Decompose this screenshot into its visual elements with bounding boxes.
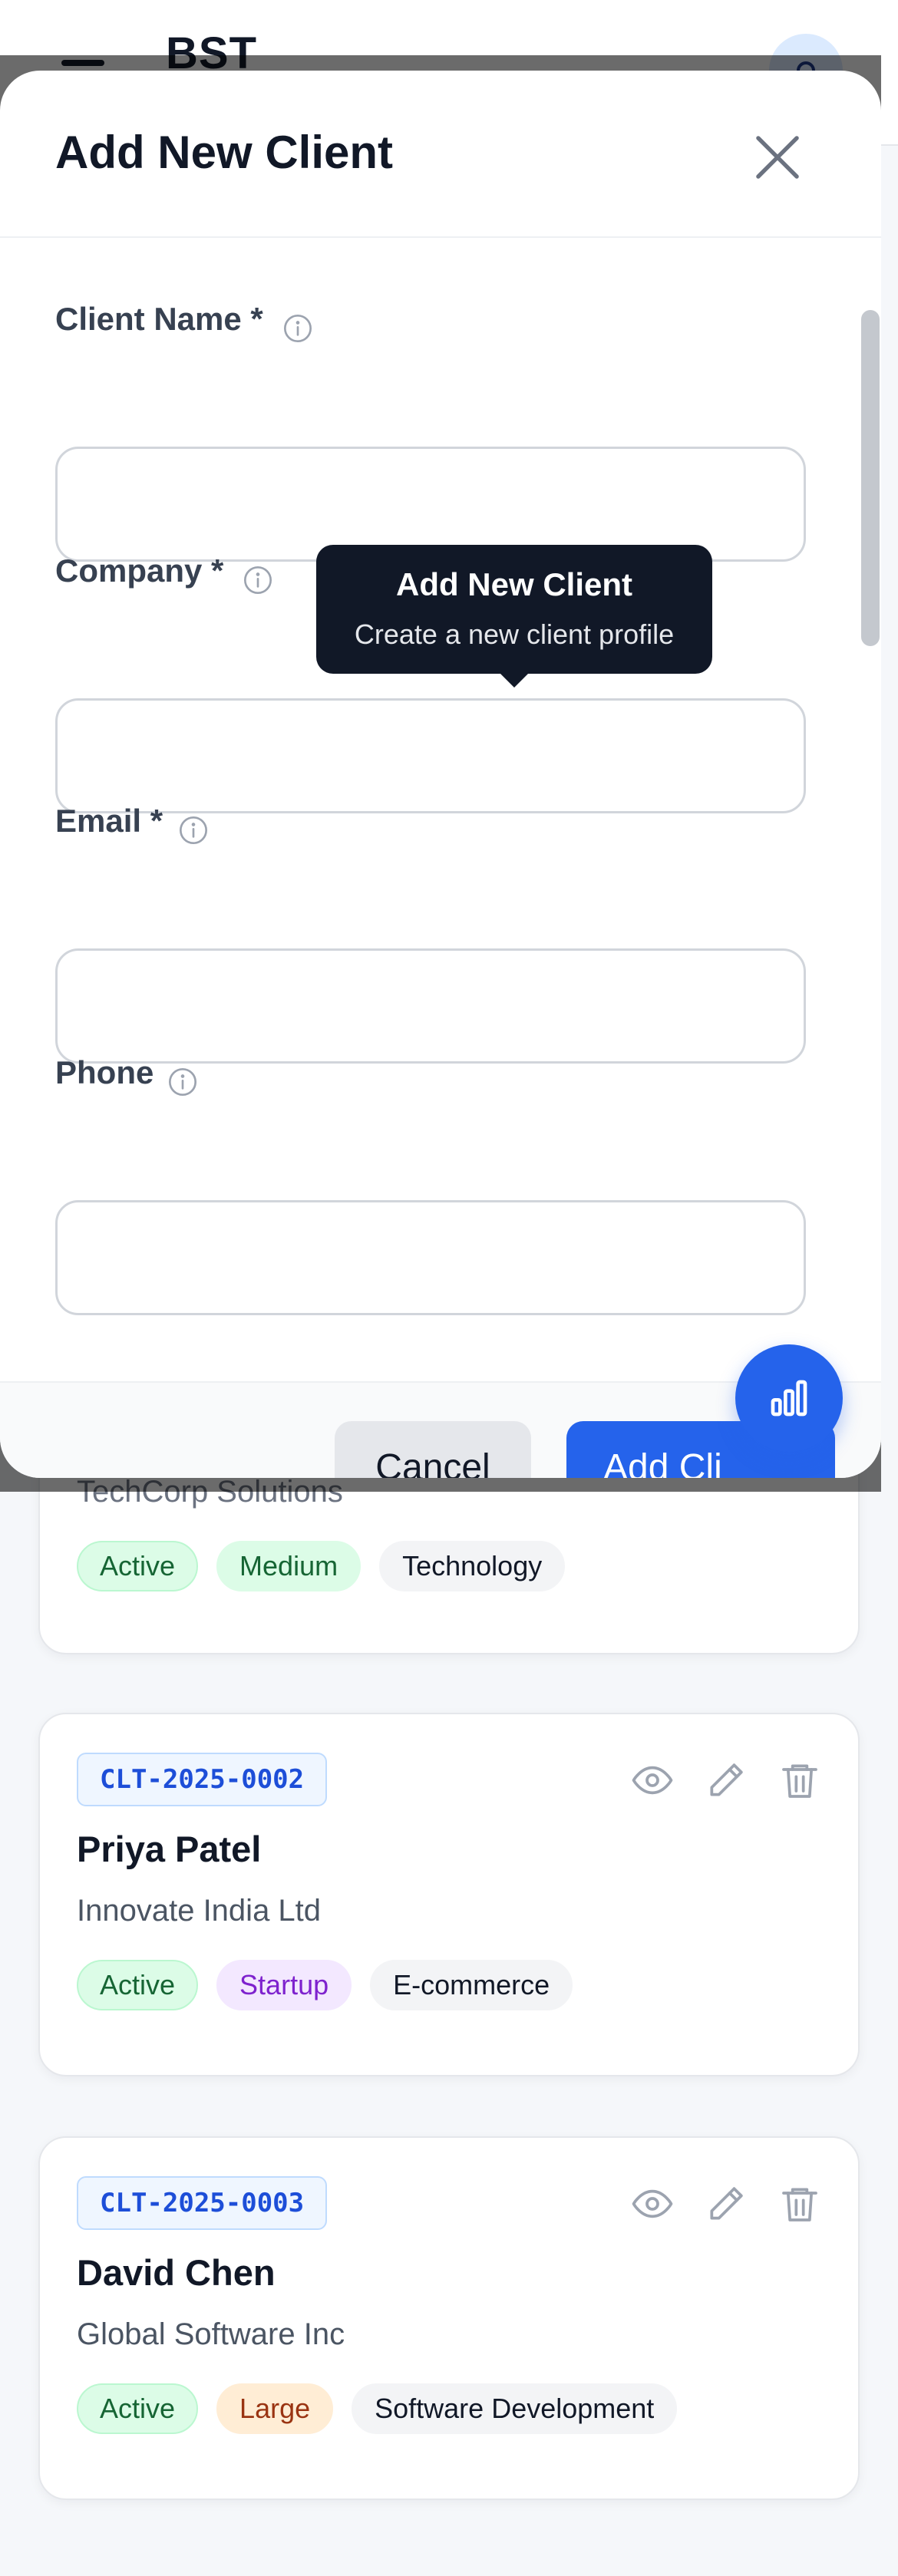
company-label: Company * [55, 552, 224, 589]
status-badge: Active [77, 2383, 199, 2434]
client-id-badge: CLT-2025-0002 [77, 1753, 328, 1806]
client-name-label: Client Name * [55, 301, 263, 337]
close-icon[interactable] [744, 124, 811, 190]
phone-label: Phone [55, 1054, 154, 1090]
pencil-icon[interactable] [705, 2182, 748, 2225]
eye-icon[interactable] [631, 2182, 674, 2225]
industry-badge: Technology [379, 1541, 566, 1591]
tooltip-subtitle: Create a new client profile [354, 618, 675, 650]
modal-header: Add New Client [0, 71, 881, 238]
client-id-badge: CLT-2025-0003 [77, 2176, 328, 2230]
size-badge: Startup [216, 1960, 352, 2010]
client-name: Priya Patel [77, 1829, 262, 1869]
client-company: Innovate India Ltd [77, 1894, 322, 1928]
card-actions [631, 2182, 821, 2225]
status-badge: Active [77, 1960, 199, 2010]
size-badge: Medium [216, 1541, 362, 1591]
pencil-icon[interactable] [705, 1759, 748, 1802]
trash-icon[interactable] [778, 2182, 821, 2225]
phone-input[interactable] [55, 1200, 806, 1315]
card-actions [631, 1759, 821, 1802]
client-name: David Chen [77, 2252, 276, 2293]
client-tags: Active Medium Technology [77, 1541, 566, 1591]
client-tags: Active Startup E-commerce [77, 1960, 573, 2010]
info-icon[interactable] [282, 313, 313, 344]
info-icon[interactable] [178, 815, 209, 846]
cancel-button[interactable]: Cancel [335, 1421, 531, 1478]
client-card: CLT-2025-0002 Priya Patel Innovate India… [38, 1713, 860, 2076]
email-input[interactable] [55, 948, 806, 1064]
eye-icon[interactable] [631, 1759, 674, 1802]
trash-icon[interactable] [778, 1759, 821, 1802]
size-badge: Large [216, 2383, 334, 2434]
client-card: CLT-2025-0003 David Chen Global Software… [38, 2136, 860, 2500]
industry-badge: Software Development [352, 2383, 678, 2434]
bar-chart-icon [771, 1380, 807, 1417]
client-tags: Active Large Software Development [77, 2383, 678, 2434]
modal-scrollbar[interactable] [861, 310, 880, 646]
tooltip-title: Add New Client [395, 566, 632, 602]
industry-badge: E-commerce [370, 1960, 573, 2010]
tooltip: Add New Client Create a new client profi… [316, 545, 712, 688]
info-icon[interactable] [167, 1067, 198, 1097]
company-input[interactable] [55, 698, 806, 813]
client-company: Global Software Inc [77, 2317, 345, 2351]
modal-body[interactable]: Client Name * Company * Email * Phone [0, 238, 881, 1381]
email-label: Email * [55, 803, 163, 839]
info-icon[interactable] [243, 565, 273, 595]
modal-title: Add New Client [55, 127, 394, 178]
analytics-fab[interactable] [735, 1344, 843, 1452]
add-client-modal: Add New Client Client Name * Company * E… [0, 71, 881, 1478]
status-badge: Active [77, 1541, 199, 1591]
